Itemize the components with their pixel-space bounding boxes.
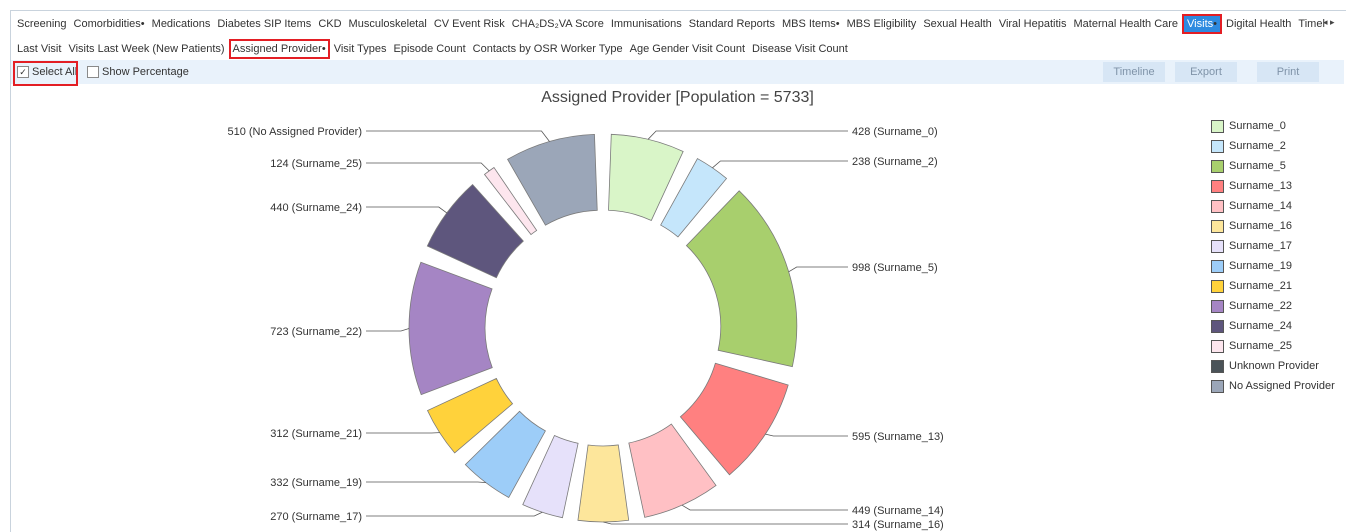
slice-data-label: 312 (Surname_21) bbox=[270, 428, 362, 440]
legend-swatch bbox=[1211, 360, 1224, 373]
legend-label: Surname_22 bbox=[1229, 300, 1292, 312]
legend-swatch bbox=[1211, 200, 1224, 213]
slice-data-label: 595 (Surname_13) bbox=[852, 431, 944, 443]
legend-item[interactable]: Surname_24 bbox=[1211, 316, 1335, 336]
slice-data-label: 723 (Surname_22) bbox=[270, 326, 362, 338]
legend-swatch bbox=[1211, 340, 1224, 353]
slice-data-label: 332 (Surname_19) bbox=[270, 477, 362, 489]
leader-line bbox=[682, 505, 848, 510]
donut-slice[interactable] bbox=[686, 191, 796, 367]
leader-line bbox=[789, 267, 848, 272]
legend-item[interactable]: Surname_5 bbox=[1211, 156, 1335, 176]
legend-item[interactable]: Surname_0 bbox=[1211, 116, 1335, 136]
legend-label: Surname_17 bbox=[1229, 240, 1292, 252]
slice-data-label: 449 (Surname_14) bbox=[852, 505, 944, 517]
leader-line bbox=[366, 328, 409, 331]
legend-label: Surname_19 bbox=[1229, 260, 1292, 272]
legend-label: Surname_25 bbox=[1229, 340, 1292, 352]
legend-item[interactable]: Surname_22 bbox=[1211, 296, 1335, 316]
donut-slice[interactable] bbox=[409, 262, 492, 394]
legend-label: Surname_16 bbox=[1229, 220, 1292, 232]
legend-item[interactable]: Unknown Provider bbox=[1211, 356, 1335, 376]
chart-legend: Surname_0 Surname_2 Surname_5 Surname_13 Sur… bbox=[1211, 116, 1335, 396]
legend-label: Surname_24 bbox=[1229, 320, 1292, 332]
legend-swatch bbox=[1211, 380, 1224, 393]
legend-item[interactable]: Surname_19 bbox=[1211, 256, 1335, 276]
leader-line bbox=[366, 482, 486, 483]
leader-line bbox=[366, 131, 549, 142]
legend-swatch bbox=[1211, 160, 1224, 173]
legend-label: Surname_0 bbox=[1229, 120, 1286, 132]
leader-line bbox=[648, 131, 848, 139]
legend-swatch bbox=[1211, 120, 1224, 133]
legend-swatch bbox=[1211, 140, 1224, 153]
donut-slice[interactable] bbox=[578, 445, 629, 522]
legend-swatch bbox=[1211, 280, 1224, 293]
slice-data-label: 238 (Surname_2) bbox=[852, 156, 938, 168]
legend-label: Surname_21 bbox=[1229, 280, 1292, 292]
leader-line bbox=[366, 163, 489, 171]
slice-data-label: 124 (Surname_25) bbox=[270, 158, 362, 170]
legend-label: Surname_2 bbox=[1229, 140, 1286, 152]
legend-swatch bbox=[1211, 240, 1224, 253]
legend-label: Surname_13 bbox=[1229, 180, 1292, 192]
leader-line bbox=[603, 522, 848, 524]
slice-data-label: 428 (Surname_0) bbox=[852, 126, 938, 138]
legend-item[interactable]: Surname_21 bbox=[1211, 276, 1335, 296]
legend-item[interactable]: No Assigned Provider bbox=[1211, 376, 1335, 396]
slice-data-label: 510 (No Assigned Provider) bbox=[227, 126, 362, 138]
legend-item[interactable]: Surname_16 bbox=[1211, 216, 1335, 236]
slice-data-label: 998 (Surname_5) bbox=[852, 262, 938, 274]
leader-line bbox=[712, 161, 848, 168]
legend-item[interactable]: Surname_2 bbox=[1211, 136, 1335, 156]
donut-chart: 428 (Surname_0) 238 (Surname_2) 998 (Surna… bbox=[0, 0, 1355, 531]
slice-data-label: 314 (Surname_16) bbox=[852, 519, 944, 531]
legend-label: Unknown Provider bbox=[1229, 360, 1319, 372]
legend-label: Surname_5 bbox=[1229, 160, 1286, 172]
slice-data-label: 270 (Surname_17) bbox=[270, 511, 362, 523]
leader-line bbox=[366, 512, 542, 516]
legend-item[interactable]: Surname_14 bbox=[1211, 196, 1335, 216]
slice-data-label: 440 (Surname_24) bbox=[270, 202, 362, 214]
leader-line bbox=[366, 207, 447, 213]
legend-swatch bbox=[1211, 300, 1224, 313]
legend-item[interactable]: Surname_17 bbox=[1211, 236, 1335, 256]
legend-item[interactable]: Surname_13 bbox=[1211, 176, 1335, 196]
legend-swatch bbox=[1211, 220, 1224, 233]
legend-swatch bbox=[1211, 260, 1224, 273]
legend-swatch bbox=[1211, 180, 1224, 193]
legend-label: No Assigned Provider bbox=[1229, 380, 1335, 392]
legend-item[interactable]: Surname_25 bbox=[1211, 336, 1335, 356]
leader-line bbox=[765, 434, 848, 436]
legend-label: Surname_14 bbox=[1229, 200, 1292, 212]
legend-swatch bbox=[1211, 320, 1224, 333]
